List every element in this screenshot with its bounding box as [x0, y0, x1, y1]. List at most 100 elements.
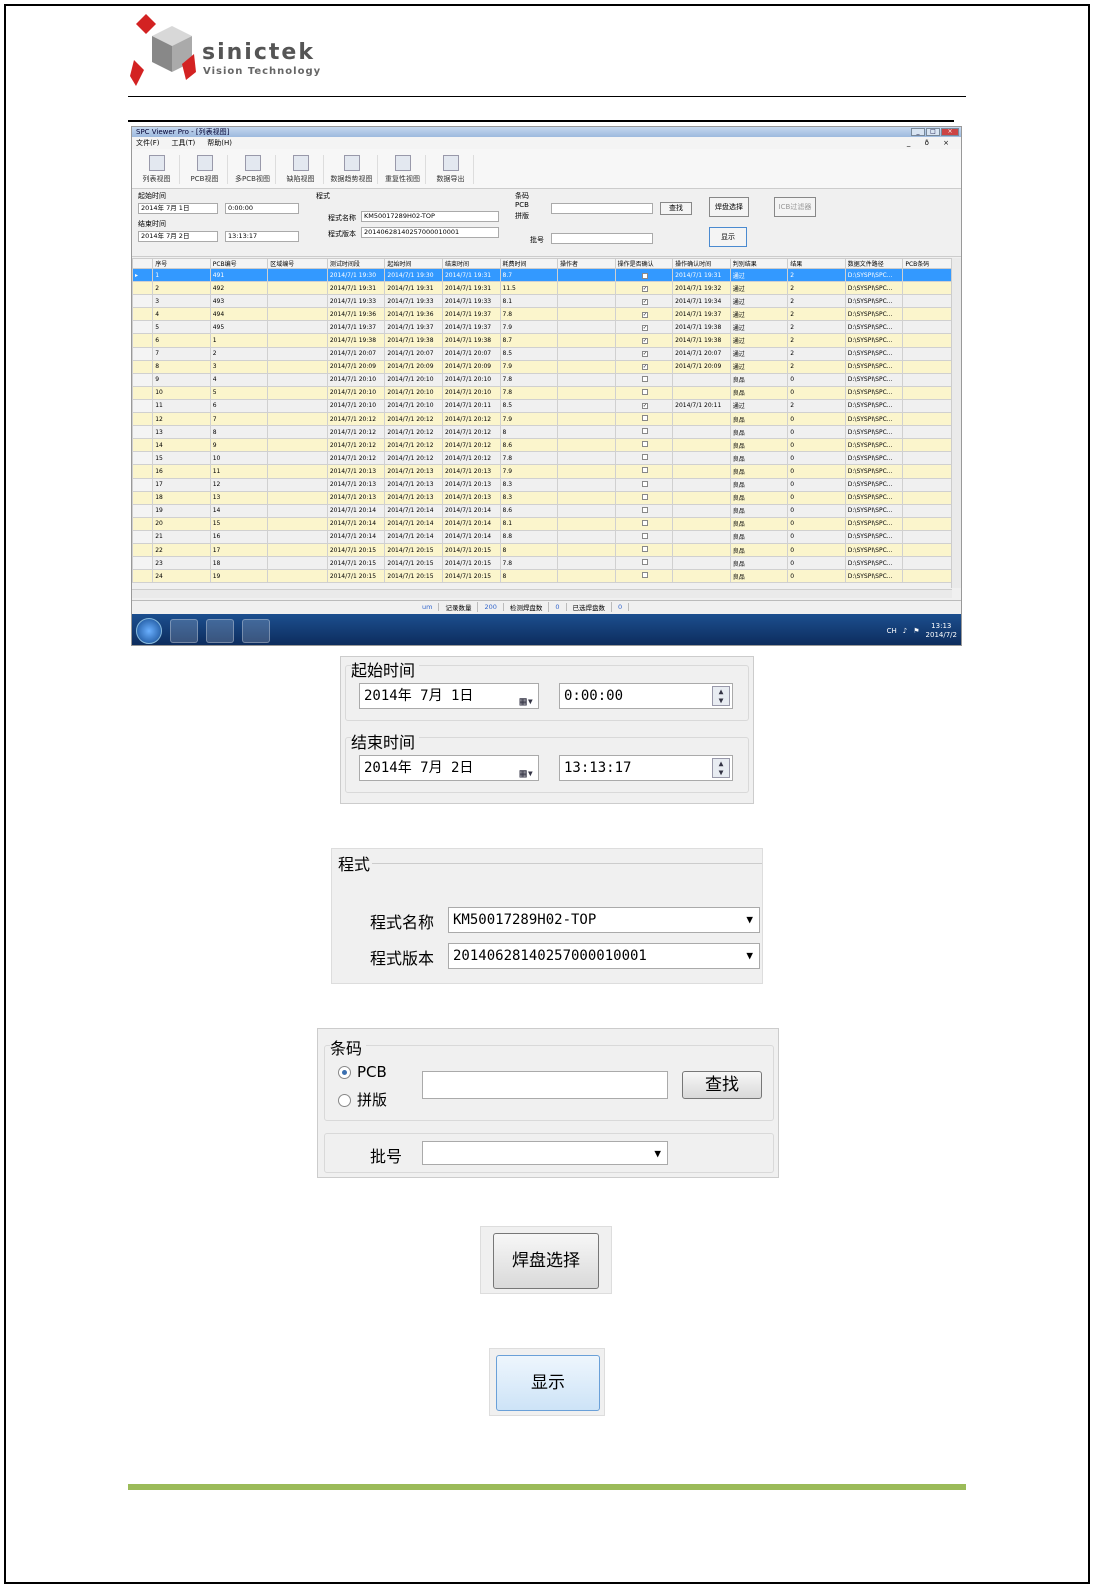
confirmed-checkbox[interactable]	[614, 438, 674, 453]
table-row[interactable]: 20 15 2014/7/1 20:14 2014/7/1 20:14 2014/7/1…	[132, 516, 952, 531]
column-header[interactable]: 结束时间	[441, 258, 501, 269]
menu-file[interactable]: 文件(F)	[136, 138, 160, 148]
table-row[interactable]: 4 494 2014/7/1 19:36 2014/7/1 19:36 2014/7/1…	[132, 307, 952, 322]
panel-radio[interactable]: 拼版	[338, 1089, 387, 1110]
show-button[interactable]: 显示	[709, 227, 747, 247]
explorer-taskbar-icon[interactable]	[170, 618, 198, 643]
confirmed-checkbox[interactable]: ✓	[614, 320, 674, 335]
confirmed-checkbox[interactable]: ✓	[614, 307, 674, 322]
data-export-button[interactable]: 数据导出	[428, 155, 474, 184]
calendar-dropdown-icon[interactable]: ▦▾	[520, 761, 534, 785]
confirmed-checkbox[interactable]	[614, 516, 674, 531]
table-row[interactable]: 15 10 2014/7/1 20:12 2014/7/1 20:12 2014/7/1…	[132, 451, 952, 466]
start-time-input[interactable]: 0:00:00	[225, 203, 299, 214]
time-spinner-icon[interactable]: ▲ ▼	[712, 758, 730, 778]
confirmed-checkbox[interactable]	[614, 464, 674, 479]
close-button[interactable]: ×	[941, 128, 959, 136]
table-row[interactable]: 19 14 2014/7/1 20:14 2014/7/1 20:14 2014/7/1…	[132, 503, 952, 518]
barcode-input[interactable]	[551, 203, 653, 214]
table-row[interactable]: 17 12 2014/7/1 20:13 2014/7/1 20:13 2014/7/1…	[132, 477, 952, 492]
program-name-select[interactable]: KM50017289H02-TOP ▼	[448, 907, 760, 933]
confirmed-checkbox[interactable]: ✓	[614, 294, 674, 309]
column-header[interactable]: 操作确认时间	[672, 258, 731, 269]
table-row[interactable]: 22 17 2014/7/1 20:15 2014/7/1 20:15 2014/7/1…	[132, 542, 952, 558]
volume-icon[interactable]: ♪	[903, 627, 907, 635]
confirmed-checkbox[interactable]	[614, 503, 674, 518]
confirmed-checkbox[interactable]: ✓	[614, 346, 674, 361]
clock[interactable]: 13:13 2014/7/2	[926, 622, 957, 640]
table-row[interactable]: 16 11 2014/7/1 20:13 2014/7/1 20:13 2014/7/1…	[132, 464, 952, 479]
dropdown-arrow-icon[interactable]: ▼	[654, 1142, 661, 1166]
table-row[interactable]: 10 5 2014/7/1 20:10 2014/7/1 20:10 2014/7/1 …	[132, 385, 952, 400]
confirmed-checkbox[interactable]	[614, 569, 674, 584]
column-header[interactable]: 耗费时间	[499, 258, 559, 269]
spc-viewer-taskbar-icon[interactable]	[242, 618, 270, 643]
start-time-input[interactable]: 0:00:00 ▲ ▼	[559, 683, 733, 709]
confirmed-checkbox[interactable]	[614, 490, 674, 505]
table-row[interactable]: 21 16 2014/7/1 20:14 2014/7/1 20:14 2014/7/1…	[132, 529, 952, 544]
repeatability-view-button[interactable]: 重复性视图	[380, 155, 426, 184]
column-header[interactable]: PCB编号	[209, 258, 269, 269]
vertical-scrollbar[interactable]	[951, 258, 961, 588]
column-header[interactable]: 起始时间	[384, 258, 443, 269]
confirmed-checkbox[interactable]: ✓	[614, 281, 674, 296]
column-header[interactable]: 测试时间段	[326, 258, 386, 269]
table-row[interactable]: 23 18 2014/7/1 20:15 2014/7/1 20:15 2014/7/1…	[132, 556, 952, 571]
column-header[interactable]: PCB条码	[902, 258, 952, 269]
pcb-radio[interactable]: PCB	[338, 1063, 387, 1081]
column-header[interactable]: 判别结果	[729, 258, 789, 269]
pad-select-button[interactable]: 焊盘选择	[709, 197, 749, 217]
column-header[interactable]: 数据文件路径	[844, 258, 904, 269]
table-row[interactable]: 12 7 2014/7/1 20:12 2014/7/1 20:12 2014/7/1 …	[132, 412, 952, 427]
icb-filter-button[interactable]: ICB过滤器	[774, 197, 816, 217]
confirmed-checkbox[interactable]	[614, 556, 674, 571]
start-date-picker[interactable]: 2014年 7月 1日 ▦▾	[359, 683, 539, 709]
batch-select[interactable]: ▼	[422, 1141, 668, 1165]
pcb-view-button[interactable]: PCB视图	[182, 155, 228, 184]
program-version-select[interactable]: 20140628140257000010001	[361, 227, 499, 238]
table-row[interactable]: 7 2 2014/7/1 20:07 2014/7/1 20:07 2014/7/1 2…	[132, 346, 952, 361]
defect-view-button[interactable]: 缺陷视图	[278, 155, 324, 184]
column-header[interactable]: 结果	[787, 258, 846, 269]
confirmed-checkbox[interactable]	[614, 372, 674, 387]
confirmed-checkbox[interactable]: ✓	[614, 398, 674, 414]
maximize-button[interactable]: □	[926, 128, 940, 136]
multi-pcb-view-button[interactable]: 多PCB视图	[230, 155, 276, 184]
search-button[interactable]: 查找	[660, 202, 692, 215]
start-button[interactable]	[136, 617, 162, 644]
program-version-select[interactable]: 20140628140257000010001 ▼	[448, 943, 760, 969]
column-header[interactable]: 操作者	[557, 258, 616, 269]
confirmed-checkbox[interactable]: ✓	[614, 333, 674, 348]
confirmed-checkbox[interactable]	[614, 451, 674, 466]
app-taskbar-icon[interactable]	[206, 618, 234, 643]
end-date-picker[interactable]: 2014年 7月 2日 ▦▾	[359, 755, 539, 781]
table-row[interactable]: 13 8 2014/7/1 20:12 2014/7/1 20:12 2014/7/1 …	[132, 425, 952, 440]
table-row[interactable]: ▸ 1 491 2014/7/1 19:30 2014/7/1 19:30 2014/7/…	[132, 267, 952, 283]
confirmed-checkbox[interactable]	[614, 385, 674, 400]
barcode-input[interactable]	[422, 1071, 668, 1099]
confirmed-checkbox[interactable]: ✓	[614, 359, 674, 374]
table-row[interactable]: 9 4 2014/7/1 20:10 2014/7/1 20:10 2014/7/1 2…	[132, 372, 952, 387]
column-header[interactable]: 序号	[152, 258, 211, 269]
menu-tools[interactable]: 工具(T)	[172, 138, 196, 148]
table-row[interactable]: 6 1 2014/7/1 19:38 2014/7/1 19:38 2014/7/1 1…	[132, 333, 952, 348]
pad-select-button[interactable]: 焊盘选择	[493, 1233, 599, 1289]
confirmed-checkbox[interactable]	[614, 477, 674, 492]
program-name-select[interactable]: KM50017289H02-TOP	[361, 211, 499, 222]
confirmed-checkbox[interactable]	[614, 412, 674, 427]
dropdown-arrow-icon[interactable]: ▼	[746, 944, 753, 968]
flag-icon[interactable]: ⚑	[913, 627, 919, 635]
column-header[interactable]: 操作是否确认	[614, 258, 674, 269]
table-row[interactable]: 18 13 2014/7/1 20:13 2014/7/1 20:13 2014/7/1…	[132, 490, 952, 505]
end-time-input[interactable]: 13:13:17 ▲ ▼	[559, 755, 733, 781]
table-row[interactable]: 24 19 2014/7/1 20:15 2014/7/1 20:15 2014/7/1…	[132, 569, 952, 584]
pcb-radio[interactable]: PCB	[515, 201, 529, 209]
horizontal-scrollbar[interactable]	[132, 589, 952, 598]
end-time-input[interactable]: 13:13:17	[225, 231, 299, 242]
dropdown-arrow-icon[interactable]: ▼	[746, 908, 753, 932]
table-row[interactable]: 5 495 2014/7/1 19:37 2014/7/1 19:37 2014/7/1…	[132, 320, 952, 335]
table-row[interactable]: 3 493 2014/7/1 19:33 2014/7/1 19:33 2014/7/1…	[132, 294, 952, 309]
mdi-window-controls[interactable]: _ ð ×	[907, 139, 961, 147]
confirmed-checkbox[interactable]: ✓	[614, 267, 674, 283]
time-spinner-icon[interactable]: ▲ ▼	[712, 686, 730, 706]
